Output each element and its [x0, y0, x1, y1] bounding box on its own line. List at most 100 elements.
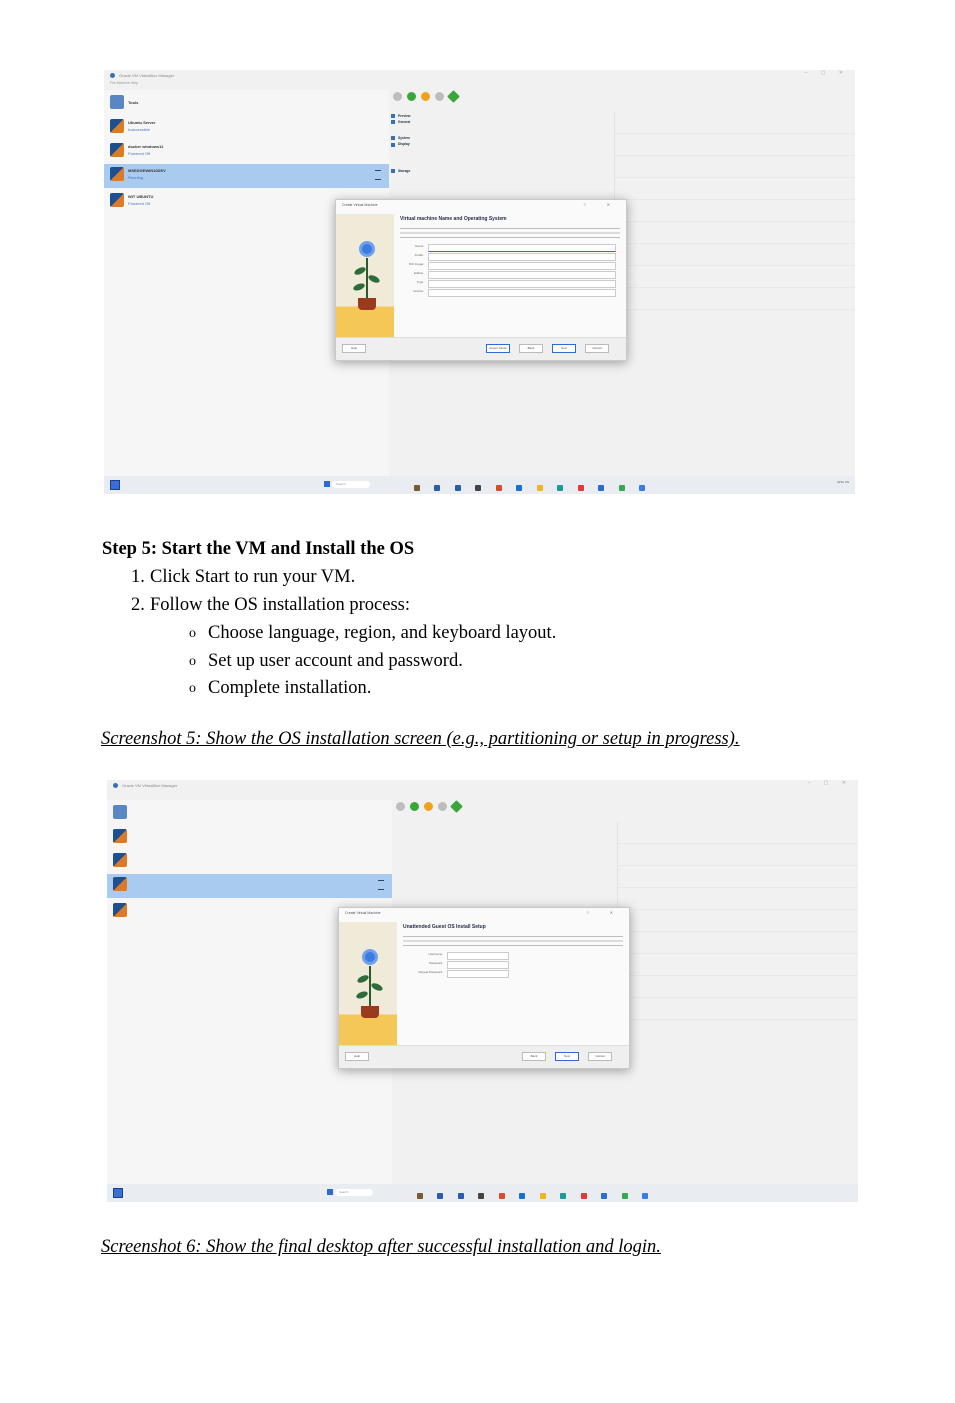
next-button[interactable]: Next: [555, 1052, 579, 1061]
wizard-illustration: [339, 922, 397, 1045]
tools-row[interactable]: Tools: [104, 92, 389, 114]
show-icon[interactable]: [450, 800, 463, 813]
back-button[interactable]: Back: [522, 1052, 546, 1061]
new-icon[interactable]: [393, 92, 402, 101]
tools-row[interactable]: [107, 802, 392, 824]
app-icon[interactable]: [437, 1193, 444, 1199]
app-icon[interactable]: [475, 485, 482, 491]
taskbar: Search: [107, 1184, 858, 1202]
windows-icon[interactable]: [324, 481, 330, 487]
app-icon[interactable]: [601, 1193, 608, 1199]
pot-icon: [358, 298, 376, 310]
help-button[interactable]: Help: [342, 344, 366, 353]
window-controls[interactable]: – ▢ ✕: [808, 780, 852, 786]
app-icon[interactable]: [577, 485, 584, 491]
dialog-heading: Virtual machine Name and Operating Syste…: [400, 216, 507, 222]
menu-bar[interactable]: File Machine Help: [110, 81, 138, 85]
app-icon[interactable]: [417, 1193, 423, 1199]
vm-item[interactable]: [107, 850, 392, 872]
app-icon[interactable]: [641, 1193, 648, 1199]
dialog-close-icon[interactable]: ? ✕: [583, 202, 620, 207]
vm-os-icon: [113, 903, 127, 917]
vm-item[interactable]: docker windows11 Powered Off: [104, 140, 389, 162]
dialog-heading: Unattended Guest OS Install Setup: [403, 924, 486, 930]
flower-icon: [362, 244, 372, 254]
iso-image-field[interactable]: ISO Image:: [400, 262, 620, 270]
vm-os-icon: [113, 853, 127, 867]
vm-menu-icon[interactable]: [375, 170, 381, 180]
start-icon[interactable]: [110, 480, 120, 490]
new-icon[interactable]: [396, 802, 405, 811]
app-icon[interactable]: [495, 485, 502, 491]
create-vm-dialog: Create Virtual Machine ? ✕ Virtual machi…: [335, 199, 627, 361]
next-button[interactable]: Next: [552, 344, 576, 353]
app-icon[interactable]: [539, 1193, 546, 1199]
dialog-title: Create Virtual Machine: [345, 911, 381, 915]
add-icon[interactable]: [409, 802, 419, 811]
window-controls[interactable]: – ▢ ✕: [805, 70, 849, 76]
discard-icon[interactable]: [434, 92, 444, 101]
details-grid: [614, 112, 855, 312]
window-titlebar: Oracle VM VirtualBox Manager: [107, 780, 858, 792]
clock[interactable]: ENG US: [837, 480, 849, 484]
start-icon[interactable]: [113, 1188, 123, 1198]
vm-os-icon: [110, 119, 124, 133]
vm-os-icon: [110, 193, 124, 207]
app-icon[interactable]: [454, 485, 461, 491]
type-field[interactable]: Type:: [400, 280, 620, 288]
settings-icon[interactable]: [420, 92, 430, 101]
main-toolbar: [393, 90, 462, 108]
username-field[interactable]: Username:: [403, 952, 513, 960]
taskbar-apps: [412, 1188, 653, 1199]
app-icon[interactable]: [560, 1193, 567, 1199]
cancel-button[interactable]: Cancel: [588, 1052, 612, 1061]
app-icon[interactable]: [618, 485, 625, 491]
dialog-footer: Help Back Next Cancel: [339, 1045, 629, 1068]
back-button[interactable]: Back: [519, 344, 543, 353]
taskbar-search[interactable]: Search: [332, 481, 370, 488]
app-icon[interactable]: [414, 485, 420, 491]
name-field[interactable]: Name:: [400, 244, 620, 252]
app-icon[interactable]: [557, 485, 564, 491]
window-titlebar: Oracle VM VirtualBox Manager: [104, 70, 855, 82]
taskbar-search[interactable]: Search: [335, 1189, 373, 1196]
caption-6: Screenshot 6: Show the final desktop aft…: [101, 1237, 661, 1257]
settings-icon[interactable]: [423, 802, 433, 811]
vm-details: Preview General System Display Storage: [391, 112, 611, 173]
virtualbox-icon: [113, 783, 118, 789]
vm-item[interactable]: [107, 826, 392, 848]
vm-item[interactable]: Ubuntu Server Inaccessible: [104, 116, 389, 138]
taskbar-apps: [409, 480, 650, 491]
dialog-title: Create Virtual Machine: [342, 203, 378, 207]
show-icon[interactable]: [447, 90, 460, 103]
dialog-close-icon[interactable]: ? ✕: [586, 910, 623, 915]
app-icon[interactable]: [536, 485, 543, 491]
app-icon[interactable]: [598, 485, 605, 491]
cancel-button[interactable]: Cancel: [585, 344, 609, 353]
app-icon[interactable]: [580, 1193, 587, 1199]
dialog-body: Unattended Guest OS Install Setup Userna…: [403, 924, 623, 979]
vm-os-icon: [113, 829, 127, 843]
edition-field[interactable]: Edition:: [400, 271, 620, 279]
app-icon[interactable]: [621, 1193, 628, 1199]
repeat-password-field[interactable]: Repeat Password:: [403, 970, 513, 978]
app-icon[interactable]: [638, 485, 645, 491]
folder-field[interactable]: Folder:: [400, 253, 620, 261]
add-icon[interactable]: [406, 92, 416, 101]
help-button[interactable]: Help: [345, 1052, 369, 1061]
discard-icon[interactable]: [437, 802, 447, 811]
password-field[interactable]: Password:: [403, 961, 513, 969]
app-icon[interactable]: [457, 1193, 464, 1199]
tools-icon: [113, 805, 127, 819]
app-icon[interactable]: [516, 485, 523, 491]
app-icon[interactable]: [498, 1193, 505, 1199]
version-field[interactable]: Version:: [400, 289, 620, 297]
app-icon[interactable]: [519, 1193, 526, 1199]
vm-item-selected[interactable]: [107, 874, 392, 898]
windows-icon[interactable]: [327, 1189, 333, 1195]
vm-menu-icon[interactable]: [378, 880, 384, 890]
app-icon[interactable]: [478, 1193, 485, 1199]
vm-item-selected[interactable]: MSEDGEWIN10DEV Running: [104, 164, 389, 188]
expert-mode-button[interactable]: Expert Mode: [486, 344, 510, 353]
app-icon[interactable]: [434, 485, 441, 491]
